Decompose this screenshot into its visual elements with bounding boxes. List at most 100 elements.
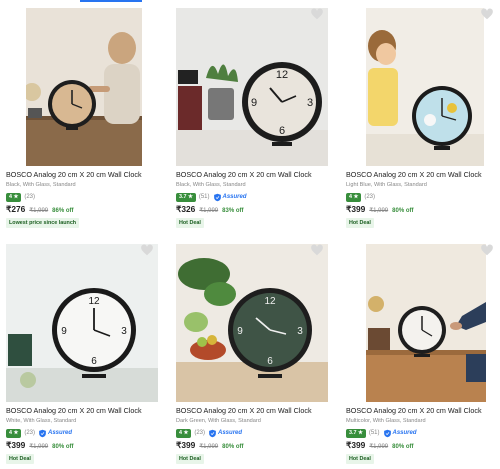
product-variant: Dark Green, With Glass, Standard <box>176 418 261 424</box>
original-price: ₹1,999 <box>29 444 49 450</box>
discount: 86% off <box>52 208 74 214</box>
product-variant: Multicolor, With Glass, Standard <box>346 418 426 424</box>
price-row: ₹399 ₹1,999 80% off <box>176 440 244 450</box>
price: ₹399 <box>6 440 26 450</box>
original-price: ₹1,999 <box>369 444 389 450</box>
rating-badge: 4 ★ <box>176 428 192 438</box>
discount: 80% off <box>52 444 74 450</box>
assured-badge: Assured <box>213 193 247 202</box>
assured-badge: Assured <box>208 429 242 438</box>
svg-text:3: 3 <box>307 97 313 109</box>
assured-shield-icon <box>39 429 46 437</box>
product-card[interactable]: 12 6 9 3 BOSCO Analog 20 cm X 20 cm Wall… <box>170 0 330 230</box>
deal-tag: Lowest price since launch <box>6 218 80 228</box>
product-card[interactable]: 12 6 9 3 BOSCO Analog 20 cm X 20 cm Wall… <box>170 236 330 466</box>
svg-text:3: 3 <box>297 326 303 337</box>
assured-label: Assured <box>48 430 73 436</box>
rating-count: (23) <box>24 194 36 200</box>
deal-tag: Hot Deal <box>346 454 374 464</box>
svg-text:9: 9 <box>237 326 243 337</box>
price: ₹276 <box>6 204 26 214</box>
assured-label: Assured <box>222 194 247 200</box>
product-card[interactable]: BOSCO Analog 20 cm X 20 cm Wall Clock Mu… <box>340 236 500 466</box>
product-variant: Light Blue, With Glass, Standard <box>346 182 427 188</box>
assured-shield-icon <box>383 429 391 437</box>
original-price: ₹1,999 <box>199 444 219 450</box>
product-title[interactable]: BOSCO Analog 20 cm X 20 cm Wall Clock <box>176 170 331 179</box>
assured-badge: Assured <box>383 429 417 438</box>
product-variant: Black, With Glass, Standard <box>176 182 246 188</box>
svg-text:9: 9 <box>251 97 257 109</box>
rating-count: (51) <box>368 430 380 436</box>
product-card[interactable]: 12 6 9 3 BOSCO Analog 20 cm X 20 cm Wall… <box>0 236 160 466</box>
svg-text:9: 9 <box>61 326 67 337</box>
rating-count: (51) <box>198 194 210 200</box>
product-image[interactable]: 12 6 9 3 <box>176 8 328 166</box>
original-price: ₹1,999 <box>369 208 389 214</box>
rating-row: 4 ★ (23) <box>346 192 375 202</box>
deal-tag: Hot Deal <box>6 454 34 464</box>
product-image[interactable] <box>366 244 486 402</box>
svg-text:12: 12 <box>264 296 276 307</box>
rating-count: (23) <box>364 194 376 200</box>
product-card[interactable]: BOSCO Analog 20 cm X 20 cm Wall Clock Li… <box>340 0 500 230</box>
product-title[interactable]: BOSCO Analog 20 cm X 20 cm Wall Clock <box>346 170 500 179</box>
svg-text:6: 6 <box>279 125 285 137</box>
assured-label: Assured <box>392 430 417 436</box>
assured-badge: Assured <box>38 429 72 438</box>
price: ₹326 <box>176 204 196 214</box>
product-title[interactable]: BOSCO Analog 20 cm X 20 cm Wall Clock <box>6 406 161 415</box>
wishlist-heart-icon[interactable] <box>480 243 494 257</box>
price-row: ₹399 ₹1,999 80% off <box>6 440 74 450</box>
rating-badge: 3.7 ★ <box>346 428 366 438</box>
rating-row: 4 ★ (23) Assured <box>176 428 242 438</box>
discount: 80% off <box>222 444 244 450</box>
rating-badge: 4 ★ <box>6 192 22 202</box>
price: ₹399 <box>346 204 366 214</box>
rating-badge: 4 ★ <box>6 428 22 438</box>
discount: 80% off <box>392 208 414 214</box>
rating-count: (23) <box>194 430 206 436</box>
rating-badge: 4 ★ <box>346 192 362 202</box>
product-title[interactable]: BOSCO Analog 20 cm X 20 cm Wall Clock <box>176 406 331 415</box>
product-image[interactable]: 12 6 9 3 <box>6 244 158 402</box>
price: ₹399 <box>176 440 196 450</box>
product-variant: White, With Glass, Standard <box>6 418 77 424</box>
assured-label: Assured <box>218 430 243 436</box>
wishlist-heart-icon[interactable] <box>310 243 324 257</box>
product-variant: Black, With Glass, Standard <box>6 182 76 188</box>
rating-row: 4 ★ (23) Assured <box>6 428 72 438</box>
product-card[interactable]: BOSCO Analog 20 cm X 20 cm Wall Clock Bl… <box>0 0 160 230</box>
price-row: ₹326 ₹1,999 83% off <box>176 204 244 214</box>
assured-shield-icon <box>213 193 221 201</box>
product-grid: BOSCO Analog 20 cm X 20 cm Wall Clock Bl… <box>0 0 500 469</box>
svg-text:12: 12 <box>276 69 288 81</box>
svg-text:6: 6 <box>267 356 273 367</box>
product-title[interactable]: BOSCO Analog 20 cm X 20 cm Wall Clock <box>6 170 161 179</box>
product-title[interactable]: BOSCO Analog 20 cm X 20 cm Wall Clock <box>346 406 500 415</box>
wishlist-heart-icon[interactable] <box>310 7 324 21</box>
assured-shield-icon <box>209 429 216 437</box>
rating-count: (23) <box>24 430 36 436</box>
svg-text:3: 3 <box>121 326 127 337</box>
deal-tag: Hot Deal <box>176 454 204 464</box>
price: ₹399 <box>346 440 366 450</box>
discount: 80% off <box>392 444 414 450</box>
deal-tag: Hot Deal <box>346 218 374 228</box>
product-image[interactable]: 12 6 9 3 <box>176 244 328 402</box>
svg-text:12: 12 <box>88 296 100 307</box>
rating-row: 4 ★ (23) <box>6 192 35 202</box>
price-row: ₹399 ₹1,999 80% off <box>346 440 414 450</box>
wishlist-heart-icon[interactable] <box>480 7 494 21</box>
original-price: ₹1,999 <box>29 208 49 214</box>
product-image[interactable] <box>366 8 484 166</box>
price-row: ₹276 ₹1,999 86% off <box>6 204 74 214</box>
rating-badge: 3.7 ★ <box>176 192 196 202</box>
wishlist-heart-icon[interactable] <box>140 243 154 257</box>
price-row: ₹399 ₹1,999 80% off <box>346 204 414 214</box>
svg-text:6: 6 <box>91 356 97 367</box>
discount: 83% off <box>222 208 244 214</box>
rating-row: 3.7 ★ (51) Assured <box>346 428 417 438</box>
original-price: ₹1,999 <box>199 208 219 214</box>
product-image[interactable] <box>26 8 142 166</box>
